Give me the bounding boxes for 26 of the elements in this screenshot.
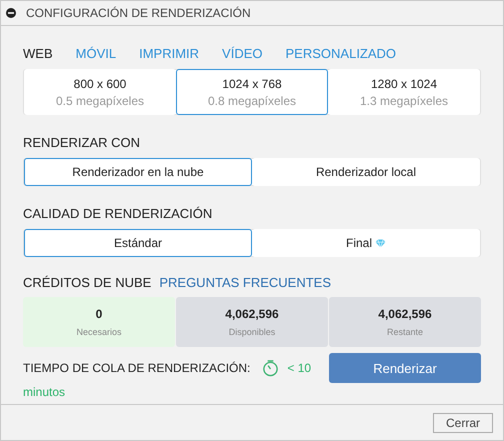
section-heading: CRÉDITOS DE NUBE bbox=[23, 275, 152, 290]
queue-time: < 10 bbox=[287, 361, 312, 375]
credit-label: Restante bbox=[386, 327, 424, 337]
option-button[interactable]: Renderizador local bbox=[252, 158, 480, 186]
option-button[interactable]: Estándar bbox=[24, 229, 252, 257]
option-button[interactable]: Renderizador en la nube bbox=[24, 158, 252, 186]
timer-icon bbox=[262, 360, 280, 376]
credit-value: 4,062,596 bbox=[225, 307, 279, 321]
queue-unit: minutos bbox=[23, 385, 66, 399]
panel-title: CONFIGURACIÓN DE RENDERIZACIÓN bbox=[26, 6, 251, 20]
faq-link[interactable]: PREGUNTAS FRECUENTES bbox=[159, 275, 332, 290]
credit-value: 0 bbox=[96, 307, 102, 321]
section-heading: CALIDAD DE RENDERIZACIÓN bbox=[23, 206, 214, 221]
resolution-option[interactable]: 800 x 600 0.5 megapíxeles bbox=[24, 69, 176, 115]
credit-value: 4,062,596 bbox=[378, 307, 432, 321]
collapse-icon[interactable] bbox=[6, 8, 16, 18]
close-button[interactable]: Cerrar bbox=[433, 412, 493, 432]
option-button[interactable]: Final bbox=[252, 229, 480, 257]
render-button[interactable]: Renderizar bbox=[329, 353, 481, 383]
section-heading: RENDERIZAR CON bbox=[23, 135, 142, 150]
credit-label: Necesarios bbox=[76, 327, 122, 337]
tab[interactable]: WEB bbox=[23, 46, 53, 61]
resolution-option[interactable]: 1280 x 1024 1.3 megapíxeles bbox=[328, 69, 480, 115]
resolution-option[interactable]: 1024 x 768 0.8 megapíxeles bbox=[176, 69, 328, 115]
queue-label: TIEMPO DE COLA DE RENDERIZACIÓN: bbox=[23, 361, 250, 375]
credit-label: Disponibles bbox=[228, 327, 276, 337]
